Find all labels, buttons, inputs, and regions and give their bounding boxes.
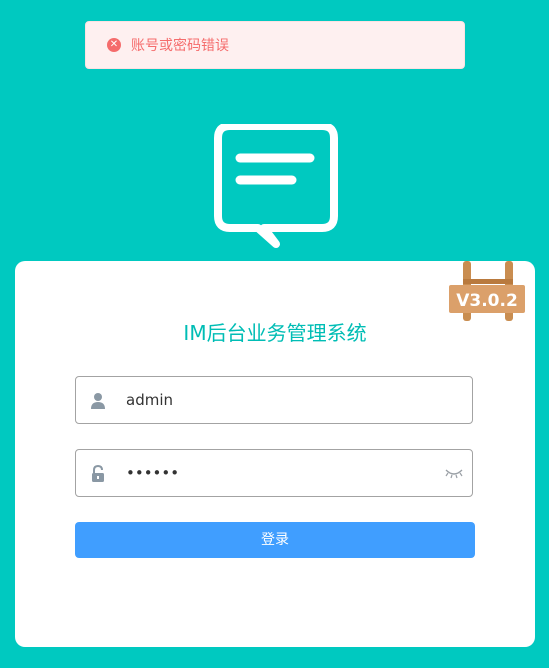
- login-card: V3.0.2 IM后台业务管理系统 admin •••••• 登录: [15, 261, 535, 647]
- chat-message-icon: [214, 124, 338, 248]
- password-value[interactable]: ••••••: [126, 450, 179, 496]
- version-badge: V3.0.2: [449, 261, 525, 321]
- toast-message: 账号或密码错误: [131, 38, 229, 54]
- lock-icon: [92, 465, 104, 482]
- login-button[interactable]: 登录: [75, 522, 475, 558]
- password-field[interactable]: ••••••: [75, 449, 473, 497]
- eye-closed-icon[interactable]: [444, 466, 464, 480]
- username-value[interactable]: admin: [126, 377, 173, 423]
- error-circle-icon: ✕: [107, 38, 121, 52]
- page-title: IM后台业务管理系统: [183, 321, 367, 345]
- error-toast: ✕ 账号或密码错误: [85, 21, 465, 69]
- user-icon: [91, 393, 105, 409]
- version-text: V3.0.2: [456, 291, 518, 311]
- username-field[interactable]: admin: [75, 376, 473, 424]
